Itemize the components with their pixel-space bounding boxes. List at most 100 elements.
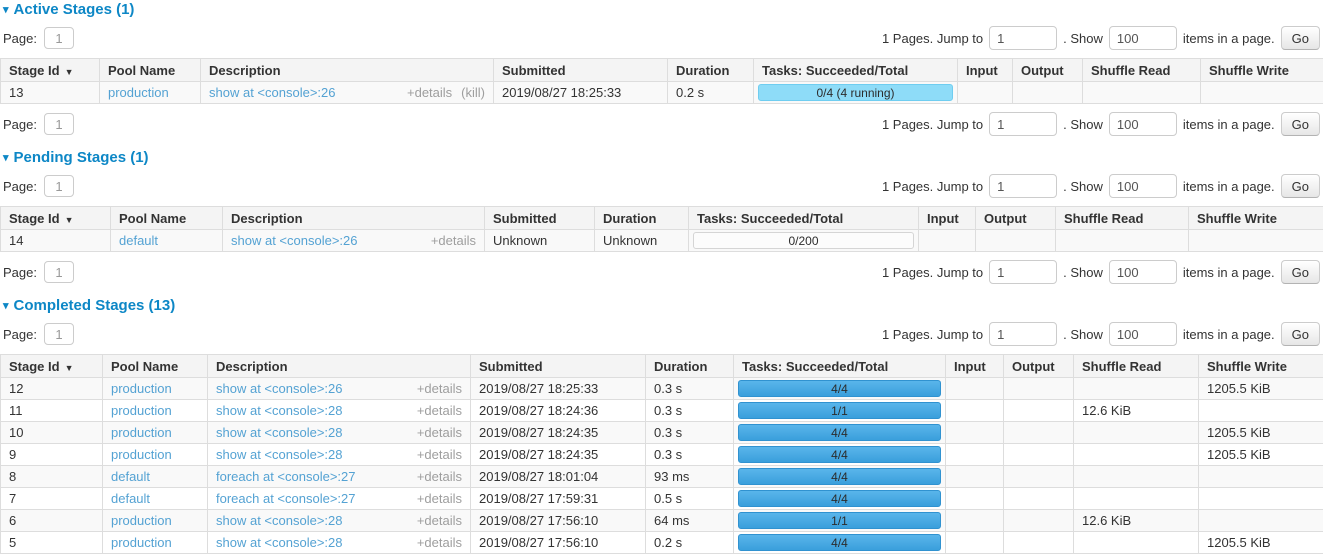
description-wrap: show at <console>:28 +details xyxy=(216,425,462,440)
column-header-label: Description xyxy=(209,63,281,78)
page-number-input[interactable] xyxy=(44,27,74,49)
description-link[interactable]: foreach at <console>:27 xyxy=(216,469,356,484)
jump-to-input[interactable] xyxy=(989,174,1057,198)
pool-name-link[interactable]: production xyxy=(111,403,172,418)
column-header-output[interactable]: Output xyxy=(1004,355,1074,378)
details-link[interactable]: +details xyxy=(431,233,476,248)
show-count-input[interactable] xyxy=(1109,174,1177,198)
description-link[interactable]: show at <console>:26 xyxy=(231,233,357,248)
pool-name-link[interactable]: default xyxy=(119,233,158,248)
section-heading-pending[interactable]: ▾Pending Stages (1) xyxy=(3,150,1323,166)
pool-name-link[interactable]: production xyxy=(111,425,172,440)
column-header-label: Pool Name xyxy=(111,359,178,374)
column-header-tasks-succeeded-total[interactable]: Tasks: Succeeded/Total xyxy=(689,207,919,230)
column-header-description[interactable]: Description xyxy=(208,355,471,378)
details-link[interactable]: +details xyxy=(417,513,462,528)
column-header-tasks-succeeded-total[interactable]: Tasks: Succeeded/Total xyxy=(734,355,946,378)
jump-to-input[interactable] xyxy=(989,260,1057,284)
go-button[interactable]: Go xyxy=(1281,174,1320,198)
description-link[interactable]: show at <console>:26 xyxy=(216,381,342,396)
items-per-page-text: items in a page. xyxy=(1183,179,1275,194)
details-link[interactable]: +details xyxy=(417,403,462,418)
pool-name-link[interactable]: default xyxy=(111,491,150,506)
description-link[interactable]: show at <console>:28 xyxy=(216,447,342,462)
column-header-pool-name[interactable]: Pool Name xyxy=(100,59,201,82)
jump-to-input[interactable] xyxy=(989,112,1057,136)
pool-name-link[interactable]: production xyxy=(111,447,172,462)
details-link[interactable]: +details xyxy=(417,381,462,396)
details-link[interactable]: +details xyxy=(417,447,462,462)
column-header-stage-id[interactable]: Stage Id▼ xyxy=(1,59,100,82)
show-count-input[interactable] xyxy=(1109,26,1177,50)
details-link[interactable]: +details xyxy=(417,469,462,484)
page-number-input[interactable] xyxy=(44,175,74,197)
page-number-input[interactable] xyxy=(44,261,74,283)
pool-name-link[interactable]: production xyxy=(108,85,169,100)
column-header-shuffle-write[interactable]: Shuffle Write xyxy=(1201,59,1323,82)
column-header-submitted[interactable]: Submitted xyxy=(471,355,646,378)
stage-id-cell: 11 xyxy=(1,400,103,422)
description-link[interactable]: show at <console>:28 xyxy=(216,403,342,418)
page-number-input[interactable] xyxy=(44,323,74,345)
pool-name-link[interactable]: default xyxy=(111,469,150,484)
description-link[interactable]: show at <console>:28 xyxy=(216,513,342,528)
column-header-description[interactable]: Description xyxy=(201,59,494,82)
description-link[interactable]: show at <console>:28 xyxy=(216,425,342,440)
details-link[interactable]: +details xyxy=(417,535,462,550)
column-header-input[interactable]: Input xyxy=(919,207,976,230)
column-header-shuffle-write[interactable]: Shuffle Write xyxy=(1199,355,1323,378)
shuffle-write-cell: 1205.5 KiB xyxy=(1199,532,1323,554)
pages-count-text: 1 Pages. Jump to xyxy=(882,265,983,280)
column-header-stage-id[interactable]: Stage Id▼ xyxy=(1,207,111,230)
column-header-shuffle-read[interactable]: Shuffle Read xyxy=(1083,59,1201,82)
tasks-progress-bar: 0/4 (4 running) xyxy=(758,84,953,101)
section-heading-completed[interactable]: ▾Completed Stages (13) xyxy=(3,298,1323,314)
pool-name-link[interactable]: production xyxy=(111,535,172,550)
column-header-submitted[interactable]: Submitted xyxy=(494,59,668,82)
column-header-shuffle-read[interactable]: Shuffle Read xyxy=(1056,207,1189,230)
show-count-input[interactable] xyxy=(1109,322,1177,346)
details-link[interactable]: +details xyxy=(417,425,462,440)
submitted-cell: 2019/08/27 17:56:10 xyxy=(471,532,646,554)
kill-link[interactable]: (kill) xyxy=(461,85,485,100)
column-header-pool-name[interactable]: Pool Name xyxy=(111,207,223,230)
shuffle-write-cell xyxy=(1199,510,1323,532)
column-header-tasks-succeeded-total[interactable]: Tasks: Succeeded/Total xyxy=(754,59,958,82)
column-header-shuffle-write[interactable]: Shuffle Write xyxy=(1189,207,1323,230)
column-header-pool-name[interactable]: Pool Name xyxy=(103,355,208,378)
column-header-stage-id[interactable]: Stage Id▼ xyxy=(1,355,103,378)
show-count-input[interactable] xyxy=(1109,112,1177,136)
tasks-cell: 4/4 xyxy=(734,466,946,488)
page-number-input[interactable] xyxy=(44,113,74,135)
details-link[interactable]: +details xyxy=(407,85,452,100)
column-header-duration[interactable]: Duration xyxy=(668,59,754,82)
column-header-submitted[interactable]: Submitted xyxy=(485,207,595,230)
page-label: Page: xyxy=(3,327,37,342)
section-heading-active[interactable]: ▾Active Stages (1) xyxy=(3,2,1323,18)
tasks-progress-bar: 1/1 xyxy=(738,402,941,419)
column-header-duration[interactable]: Duration xyxy=(646,355,734,378)
jump-to-input[interactable] xyxy=(989,26,1057,50)
column-header-output[interactable]: Output xyxy=(976,207,1056,230)
go-button[interactable]: Go xyxy=(1281,112,1320,136)
description-link[interactable]: show at <console>:28 xyxy=(216,535,342,550)
jump-to-input[interactable] xyxy=(989,322,1057,346)
go-button[interactable]: Go xyxy=(1281,26,1320,50)
go-button[interactable]: Go xyxy=(1281,322,1320,346)
column-header-description[interactable]: Description xyxy=(223,207,485,230)
column-header-label: Duration xyxy=(676,63,729,78)
column-header-input[interactable]: Input xyxy=(946,355,1004,378)
show-count-input[interactable] xyxy=(1109,260,1177,284)
pool-name-link[interactable]: production xyxy=(111,381,172,396)
details-link[interactable]: +details xyxy=(417,491,462,506)
column-header-duration[interactable]: Duration xyxy=(595,207,689,230)
column-header-input[interactable]: Input xyxy=(958,59,1013,82)
description-link[interactable]: foreach at <console>:27 xyxy=(216,491,356,506)
sort-desc-icon: ▼ xyxy=(65,215,74,225)
shuffle-read-cell xyxy=(1074,422,1199,444)
pool-name-link[interactable]: production xyxy=(111,513,172,528)
column-header-output[interactable]: Output xyxy=(1013,59,1083,82)
description-link[interactable]: show at <console>:26 xyxy=(209,85,335,100)
column-header-shuffle-read[interactable]: Shuffle Read xyxy=(1074,355,1199,378)
go-button[interactable]: Go xyxy=(1281,260,1320,284)
